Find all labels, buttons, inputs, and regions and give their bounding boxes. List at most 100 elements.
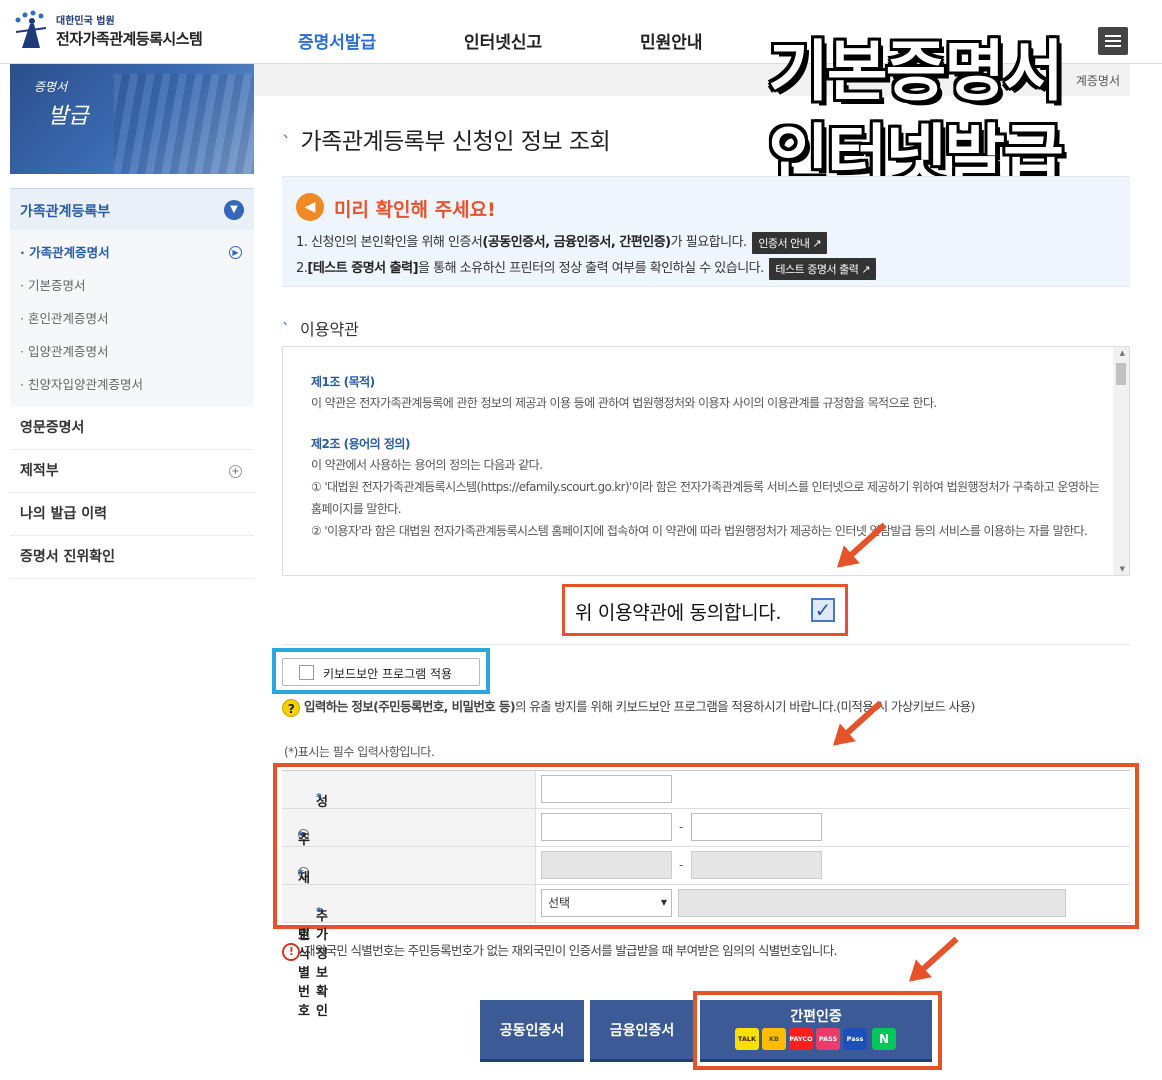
notice-line-1-tail: 가 필요합니다. (670, 235, 748, 250)
nav-civil-guide[interactable]: 민원안내 (640, 28, 703, 53)
sidebar-item-label: 나의 발급 이력 (20, 506, 108, 522)
terms-article-1-title: 제1조 (목적) (311, 375, 375, 389)
easy-auth-button[interactable]: 간편인증 TALK KB PAYCO PASS Pass N (700, 1000, 932, 1062)
form-row-foreign-id: 재외국민 식별번호* - (282, 847, 1130, 1019)
cert-guide-button[interactable]: 인증서 안내 ↗ (752, 231, 828, 254)
form-label-cell: 성명* (282, 771, 536, 829)
terms-agree-checkbox-area[interactable]: 위 이용약관에 동의합니다. ✓ (562, 584, 848, 636)
easy-auth-label: 간편인증 (790, 1009, 842, 1025)
plus-circle-icon[interactable]: + (229, 465, 242, 478)
sidebar-item-label: · 혼인관계증명서 (20, 311, 109, 326)
scrollbar-thumb[interactable] (1116, 363, 1126, 385)
page-title-text: 가족관계등록부 신청인 정보 조회 (300, 129, 611, 155)
form-row-extra-info: 추가정보확인 * 선택 ▼ (282, 885, 1130, 1019)
samsung-pass-icon: Pass (843, 1028, 867, 1050)
sidebar-item-family-relation-cert[interactable]: · 가족관계증명서 ▶ (10, 236, 254, 269)
dash: - (679, 820, 684, 834)
sidebar-item-marriage-cert[interactable]: · 혼인관계증명서 (10, 302, 254, 335)
sidebar-nav: 가족관계등록부 ▼ · 가족관계증명서 ▶ · 기본증명서 · 혼인관계증명서 … (10, 188, 254, 579)
chevron-down-icon[interactable]: ▼ (224, 200, 244, 220)
warning-icon: ! (282, 942, 300, 961)
books-illustration (114, 74, 254, 174)
foreign-id-back-input[interactable] (691, 851, 822, 879)
notice-line-1-bold: (공동인증서, 금융인증서, 간편인증) (482, 235, 671, 250)
title-tick-icon: ˋ (282, 133, 291, 154)
question-icon: ? (282, 698, 300, 717)
sidebar-item-authenticity-check[interactable]: 증명서 진위확인 (10, 536, 254, 579)
page-title: ˋ 가족관계등록부 신청인 정보 조회 (282, 122, 611, 156)
sidebar-item-my-history[interactable]: 나의 발급 이력 (10, 493, 254, 536)
terms-scrollbar[interactable]: ▲ ▼ (1113, 347, 1129, 575)
test-print-button[interactable]: 테스트 증명서 출력 ↗ (769, 257, 877, 280)
overlay-title: 기본증명서 인터넷발급 (740, 18, 1090, 194)
financial-cert-button[interactable]: 금융인증서 (590, 1000, 694, 1062)
terms-scroll-box[interactable]: 제1조 (목적) 이 약관은 전자가족관계등록에 관한 정보의 제공과 이용 등… (282, 346, 1130, 576)
kb-icon: KB (762, 1028, 786, 1050)
arrow-icon (909, 936, 959, 982)
terms-article-2-item-2: ② '이용자'라 함은 대법원 전자가족관계등록시스템 홈페이지에 접속하여 이… (311, 524, 1088, 538)
sidebar-item-basic-cert[interactable]: · 기본증명서 (10, 269, 254, 302)
terms-article-2-title: 제2조 (용어의 정의) (311, 437, 410, 451)
notice-box: ◀ 미리 확인해 주세요! 1. 신청인의 본인확인을 위해 인증서(공동인증서… (282, 176, 1130, 287)
logo-small-text: 대한민국 법원 (56, 16, 115, 27)
terms-agree-checkbox[interactable]: ✓ (811, 598, 835, 622)
sidebar-submenu: · 가족관계증명서 ▶ · 기본증명서 · 혼인관계증명서 · 입양관계증명서 … (10, 230, 254, 407)
notice-line-2: 2.[테스트 증명서 출력]을 통해 소유하신 프린터의 정상 출력 여부를 확… (296, 257, 877, 280)
title-tick-icon: ˋ (282, 320, 290, 339)
sidebar-item-label: · 친양자입양관계증명서 (20, 377, 143, 392)
keyboard-security-toggle[interactable]: 키보드보안 프로그램 적용 (282, 658, 480, 686)
sidebar-group-family-register[interactable]: 가족관계등록부 ▼ (10, 188, 254, 230)
form-label-cell: 재외국민 식별번호* (282, 847, 536, 1019)
scroll-down-icon[interactable]: ▼ (1120, 565, 1125, 573)
form-label-cell: 주민등록번호* (282, 809, 536, 943)
nav-certificate-issue[interactable]: 증명서발급 (298, 28, 376, 53)
overlay-line-1: 기본증명서 (768, 33, 1064, 110)
notice-line-1: 1. 신청인의 본인확인을 위해 인증서(공동인증서, 금융인증서, 간편인증)… (296, 231, 828, 254)
sidebar-item-removed-register[interactable]: 제적부 + (10, 450, 254, 493)
dropdown-arrow-icon: ▼ (660, 898, 667, 907)
sidebar-item-label: · 기본증명서 (20, 278, 86, 293)
select-value: 선택 (548, 896, 571, 910)
notice-heading: 미리 확인해 주세요! (334, 199, 496, 221)
sidebar-item-adoption-cert[interactable]: · 입양관계증명서 (10, 335, 254, 368)
extra-info-input[interactable] (678, 889, 1066, 917)
terms-heading-text: 이용약관 (300, 320, 359, 339)
court-emblem-icon (15, 10, 47, 48)
sidebar-group-label: 가족관계등록부 (20, 204, 111, 220)
scroll-up-icon[interactable]: ▲ (1120, 349, 1125, 357)
terms-heading: ˋ 이용약관 (282, 316, 359, 340)
naver-icon: N (872, 1028, 896, 1050)
notice-line-2-num: 2. (296, 261, 308, 276)
name-input[interactable] (541, 775, 672, 803)
pass-icon: PASS (816, 1028, 840, 1050)
foreign-id-front-input[interactable] (541, 851, 672, 879)
rrn-back-input[interactable] (691, 813, 822, 841)
foreign-id-note-text: 재외국민 식별번호는 주민등록번호가 없는 재외국민이 인증서를 발급받을 때 … (304, 943, 838, 958)
terms-article-2-item-1: ① '대법원 전자가족관계등록시스템(https://efamily.scour… (311, 480, 1100, 516)
keyboard-security-label: 키보드보안 프로그램 적용 (323, 667, 453, 681)
dash: - (679, 858, 684, 872)
terms-article-2-intro: 이 약관에서 사용하는 용어의 정의는 다음과 같다. (311, 458, 543, 472)
terms-article-1-body: 이 약관은 전자가족관계등록에 관한 정보의 제공과 이용 등에 관하여 법원행… (311, 396, 937, 410)
sidebar-item-label: 영문증명서 (20, 420, 85, 436)
joint-cert-button[interactable]: 공동인증서 (480, 1000, 584, 1062)
rrn-front-input[interactable] (541, 813, 672, 841)
keyboard-security-checkbox[interactable] (299, 665, 314, 680)
payco-icon: PAYCO (789, 1028, 813, 1050)
nav-internet-report[interactable]: 인터넷신고 (464, 28, 542, 53)
play-circle-icon: ▶ (229, 246, 242, 259)
hamburger-menu-icon[interactable] (1098, 27, 1128, 55)
sidebar-item-english-cert[interactable]: 영문증명서 (10, 407, 254, 450)
notice-line-2-text: 을 통해 소유하신 프린터의 정상 출력 여부를 확인하실 수 있습니다. (418, 261, 764, 276)
required-note: (*)표시는 필수 입력사항입니다. (284, 745, 435, 759)
keyboard-note-text: 의 유출 방지를 위해 키보드보안 프로그램을 적용하시기 바랍니다.(미적용 … (514, 699, 975, 714)
sidebar-banner: 증명서 발급 (10, 64, 254, 174)
extra-info-select[interactable]: 선택 ▼ (541, 889, 672, 917)
sidebar-item-full-adoption-cert[interactable]: · 친양자입양관계증명서 (10, 368, 254, 401)
sidebar-banner-line-1: 증명서 (34, 80, 68, 94)
sidebar-item-label: · 입양관계증명서 (20, 344, 109, 359)
notice-line-2-bold: [테스트 증명서 출력] (307, 261, 419, 276)
applicant-form: 성명* 주민등록번호* - 재외국민 식별번호* - 추가정보확인* 선택 ▼ (282, 770, 1130, 1019)
sidebar-item-label: 제적부 (20, 463, 59, 479)
logo[interactable]: 대한민국 법원 전자가족관계등록시스템 (10, 8, 240, 54)
